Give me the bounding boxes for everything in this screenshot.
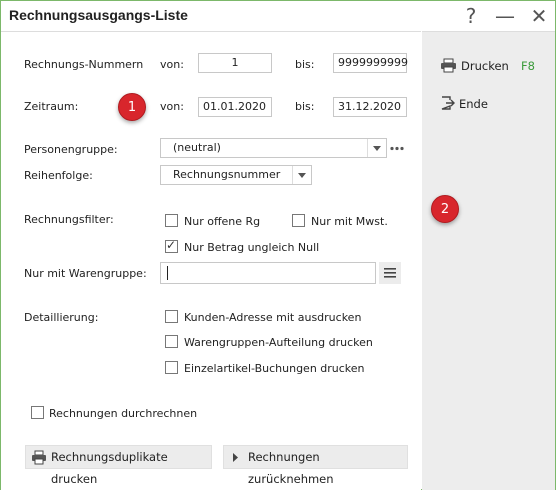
only-vat-label: Nur mit Mwst.	[311, 215, 388, 228]
printer-icon	[32, 450, 46, 465]
customer-address-label: Kunden-Adresse mit ausdrucken	[184, 311, 362, 324]
print-button[interactable]: Drucken F8	[440, 56, 544, 76]
invoice-numbers-label: Rechnungs-Nummern	[24, 58, 144, 71]
revoke-invoices-button[interactable]: Rechnungen zurücknehmen	[223, 445, 408, 486]
print-label: Drucken	[461, 59, 509, 73]
hamburger-icon	[384, 268, 396, 278]
period-label: Zeitraum:	[24, 100, 79, 113]
more-options-icon[interactable]	[390, 146, 404, 151]
minimize-icon[interactable]: —	[493, 4, 517, 28]
form-area: Rechnungs-Nummern von: 1 bis: 9999999999…	[1, 31, 421, 490]
customer-address-checkbox[interactable]	[165, 310, 178, 323]
chevron-down-icon[interactable]	[367, 139, 386, 157]
chevron-down-icon[interactable]	[292, 166, 311, 184]
period-from-label: von:	[160, 100, 184, 113]
order-value: Rechnungsnummer	[173, 168, 281, 181]
period-to-label: bis:	[295, 100, 315, 113]
annotation-badge-2: 2	[431, 195, 459, 223]
goods-group-input[interactable]	[160, 262, 376, 284]
play-arrow-icon	[233, 453, 238, 462]
help-icon[interactable]: ?	[459, 4, 483, 28]
side-panel: Drucken F8 Ende 2	[422, 31, 555, 490]
print-duplicates-button[interactable]: Rechnungsduplikate drucken	[25, 445, 212, 486]
end-button[interactable]: Ende	[440, 93, 500, 113]
only-nonzero-checkbox[interactable]	[165, 238, 178, 253]
invoice-from-field[interactable]: 1	[198, 53, 272, 73]
print-shortcut: F8	[521, 59, 535, 73]
text-cursor	[167, 266, 168, 280]
invoice-to-field[interactable]: 9999999999	[333, 53, 408, 73]
only-open-checkbox[interactable]	[165, 214, 178, 227]
invoice-to-label: bis:	[295, 58, 315, 71]
recalc-label: Rechnungen durchrechnen	[49, 407, 198, 420]
dialog-window: Rechnungsausgangs-Liste ? — ✕ Rechnungs-…	[0, 0, 556, 490]
recalc-checkbox[interactable]	[31, 406, 44, 419]
single-items-checkbox[interactable]	[165, 361, 178, 374]
detail-label: Detaillierung:	[24, 311, 99, 324]
single-items-label: Einzelartikel-Buchungen drucken	[184, 362, 365, 375]
person-group-label: Personengruppe:	[24, 143, 118, 156]
printer-icon	[441, 58, 456, 73]
only-vat-checkbox[interactable]	[292, 214, 305, 227]
order-label: Reihenfolge:	[24, 169, 93, 182]
goods-groups-checkbox[interactable]	[165, 335, 178, 348]
goods-group-label: Nur mit Warengruppe:	[24, 267, 147, 280]
goods-group-menu-button[interactable]	[379, 262, 401, 284]
annotation-badge-1: 1	[118, 93, 146, 121]
only-nonzero-label: Nur Betrag ungleich Null	[184, 241, 320, 254]
end-label: Ende	[459, 97, 488, 111]
person-group-value: (neutral)	[173, 141, 221, 154]
exit-icon	[441, 96, 455, 110]
window-title: Rechnungsausgangs-Liste	[9, 7, 188, 23]
period-from-field[interactable]: 01.01.2020	[198, 97, 272, 117]
title-bar: Rechnungsausgangs-Liste ? — ✕	[1, 1, 555, 31]
revoke-invoices-label: Rechnungen zurücknehmen	[248, 450, 334, 486]
order-select[interactable]: Rechnungsnummer	[160, 165, 312, 185]
person-group-select[interactable]: (neutral)	[160, 138, 387, 158]
close-icon[interactable]: ✕	[527, 4, 551, 28]
invoice-from-label: von:	[160, 58, 184, 71]
print-duplicates-label: Rechnungsduplikate drucken	[51, 450, 168, 486]
goods-groups-label: Warengruppen-Aufteilung drucken	[184, 336, 373, 349]
period-to-field[interactable]: 31.12.2020	[333, 97, 407, 117]
filter-label: Rechnungsfilter:	[24, 213, 114, 226]
only-open-label: Nur offene Rg	[184, 215, 261, 228]
